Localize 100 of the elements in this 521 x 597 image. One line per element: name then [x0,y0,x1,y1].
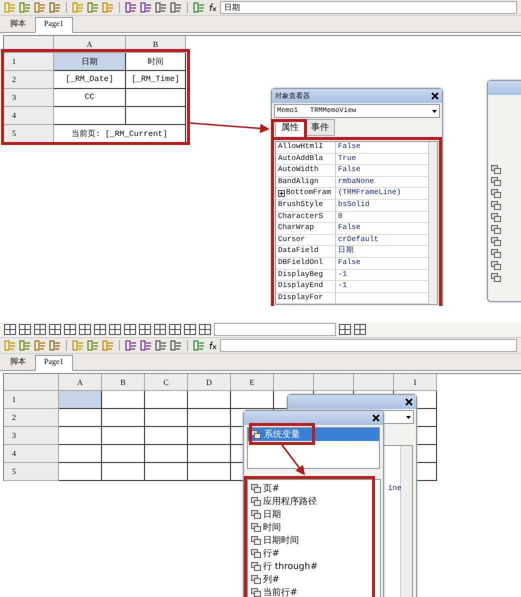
toolbar-icon[interactable] [49,340,61,351]
list-item[interactable]: 当前行# [251,586,377,597]
toolbar-icon[interactable] [125,2,137,13]
toolbar-icon[interactable] [193,340,205,351]
toolbar-icon[interactable] [87,340,99,351]
toolbar-icon[interactable] [170,340,182,351]
row-header: 1 [4,391,59,409]
scrollbar[interactable] [428,142,437,304]
toolbar-icon[interactable] [19,340,31,351]
sheet-tab[interactable]: 脚本 [1,354,35,370]
grid-tool-icon[interactable] [199,324,211,335]
sheet-tab[interactable]: Page1 [35,355,73,371]
column-header: E [231,374,274,391]
table-cell[interactable] [145,409,188,427]
grid-tool-icon[interactable] [169,324,181,335]
sheet-tab[interactable]: Page1 [35,17,73,33]
column-header: I [394,374,437,391]
table-cell[interactable] [102,391,145,409]
table-cell[interactable] [145,463,188,481]
table-cell[interactable] [59,409,102,427]
grid-tool-icon[interactable] [34,324,46,335]
grid-tool-icon[interactable] [109,324,121,335]
grid-tool-icon[interactable] [354,324,366,335]
table-cell[interactable] [188,427,231,445]
grid-tool-icon[interactable] [124,324,136,335]
caret-icon[interactable] [432,110,437,112]
table-cell[interactable] [102,427,145,445]
table-cell[interactable] [145,445,188,463]
toolbar-icon[interactable] [34,340,46,351]
toolbar-icon[interactable] [87,2,99,13]
grid-tool-icon[interactable] [184,324,196,335]
close-icon[interactable] [405,398,413,406]
grid-tool-icon[interactable] [154,324,166,335]
function-icon[interactable] [208,341,217,350]
list-item[interactable]: 页# [251,482,377,495]
caret-icon[interactable] [406,416,411,418]
close-icon[interactable] [431,92,439,100]
grid-tool-icon[interactable] [94,324,106,335]
table-cell[interactable] [145,427,188,445]
formula-field[interactable] [220,339,517,352]
table-cell[interactable] [188,463,231,481]
list-item[interactable]: 行 through# [251,560,377,573]
grid-tool-icon[interactable] [4,324,16,335]
table-cell[interactable] [145,391,188,409]
table-cell[interactable] [126,107,186,125]
row-header: 5 [4,125,54,143]
close-icon[interactable] [372,414,380,422]
list-item[interactable]: 日期 [251,508,377,521]
toolbar-icon[interactable] [155,2,167,13]
list-item[interactable]: 时间 [251,521,377,534]
list-item[interactable]: 应用程序路径 [251,495,377,508]
grid-tool-icon[interactable] [79,324,91,335]
toolbar-icon[interactable] [19,2,31,13]
toolbar-icon[interactable] [193,2,205,13]
toolbar-icon[interactable] [49,2,61,13]
toolbar-icon[interactable] [170,2,182,13]
leader-line [281,444,305,476]
row-header: 4 [4,107,54,125]
table-cell[interactable] [231,391,274,409]
table-cell[interactable] [59,427,102,445]
toolbar-icon[interactable] [155,340,167,351]
inspector-tab[interactable]: 事件 [305,119,335,136]
function-icon[interactable] [208,3,217,12]
grid-tool-icon[interactable] [19,324,31,335]
table-cell[interactable] [59,391,102,409]
list-item[interactable]: 行# [251,547,377,560]
table-cell[interactable] [188,391,231,409]
grid-tool-icon[interactable] [339,324,351,335]
table-cell[interactable] [59,463,102,481]
row-header: 5 [4,463,59,481]
table-cell[interactable]: [_RM_Date] [54,71,126,89]
table-cell[interactable]: CC [54,89,126,107]
toolbar-icon[interactable] [34,2,46,13]
grid-tool-icon[interactable] [139,324,151,335]
column-header [354,374,394,391]
table-cell[interactable] [59,445,102,463]
sheet-tab[interactable]: 脚本 [1,16,35,32]
toolbar-icon[interactable] [140,2,152,13]
toolbar-icon[interactable] [140,340,152,351]
table-cell[interactable]: 时间 [126,53,186,71]
grid-tool-icon[interactable] [64,324,76,335]
expand-icon[interactable] [278,190,285,198]
table-cell[interactable] [102,409,145,427]
toolbar-icon[interactable] [125,340,137,351]
table-cell[interactable] [102,463,145,481]
table-cell[interactable]: [_RM_Time] [126,71,186,89]
list-item[interactable]: 列# [251,573,377,586]
table-cell[interactable] [126,89,186,107]
tree-item[interactable]: 系统变量 [248,428,379,441]
table-cell[interactable] [188,445,231,463]
table-cell[interactable] [188,409,231,427]
column-header [274,374,314,391]
table-cell[interactable]: 日期 [54,53,126,71]
grid-tool-icon[interactable] [49,324,61,335]
scrollbar[interactable] [400,446,412,597]
table-cell[interactable] [102,445,145,463]
table-cell[interactable] [54,107,126,125]
formula-field[interactable]: 日期 [220,1,517,14]
list-item[interactable]: 日期时间 [251,534,377,547]
variable-icon [251,430,261,439]
